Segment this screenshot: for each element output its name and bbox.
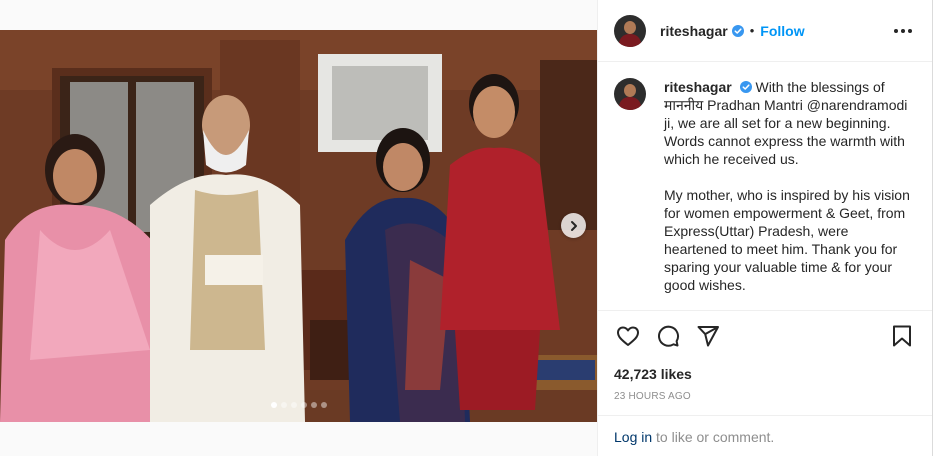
avatar[interactable]	[614, 14, 646, 47]
carousel-dot	[320, 402, 327, 408]
carousel-dot	[270, 402, 277, 408]
action-bar	[614, 322, 916, 350]
divider	[598, 310, 932, 311]
verified-badge-icon	[739, 81, 752, 93]
follow-button[interactable]: Follow	[760, 23, 804, 39]
post-side-panel: riteshagar • Follow riteshagar With the …	[597, 0, 933, 456]
likes-count[interactable]: 42,723 likes	[614, 366, 692, 382]
photo-illustration	[0, 30, 597, 422]
comment-button[interactable]	[654, 322, 682, 350]
post-timestamp[interactable]: 23 hours ago	[614, 391, 691, 402]
heart-icon	[617, 326, 639, 346]
comment-icon	[658, 325, 680, 347]
like-button[interactable]	[614, 322, 642, 350]
carousel-dot	[290, 402, 297, 408]
caption-username[interactable]: riteshagar	[664, 79, 732, 95]
verified-badge-icon	[731, 24, 744, 37]
caption-text: riteshagar With the blessings of माननीय …	[664, 78, 914, 308]
chevron-right-icon	[570, 220, 577, 231]
login-prompt-text: to like or comment.	[652, 429, 775, 445]
post-header: riteshagar • Follow	[598, 0, 932, 62]
carousel-dot	[280, 402, 287, 408]
save-button[interactable]	[888, 322, 916, 350]
separator: •	[749, 23, 755, 38]
bottom-spacer	[0, 422, 597, 456]
post-photo[interactable]	[0, 30, 597, 422]
carousel-indicator	[0, 402, 597, 408]
instagram-post: riteshagar • Follow riteshagar With the …	[0, 0, 937, 456]
divider	[598, 415, 932, 416]
login-prompt: Log in to like or comment.	[614, 429, 774, 445]
share-button[interactable]	[694, 322, 722, 350]
carousel-next-button[interactable]	[561, 213, 586, 238]
top-spacer	[0, 0, 597, 30]
more-options-icon[interactable]	[890, 25, 916, 37]
caption-paragraph-2: My mother, who is inspired by his vision…	[664, 187, 910, 293]
avatar[interactable]	[614, 78, 646, 110]
share-icon	[697, 326, 719, 347]
bookmark-icon	[893, 325, 911, 347]
login-link[interactable]: Log in	[614, 429, 652, 445]
post-caption: riteshagar With the blessings of माननीय …	[614, 78, 914, 308]
header-username[interactable]: riteshagar	[660, 23, 728, 39]
carousel-dot	[300, 402, 307, 408]
carousel-dot	[310, 402, 317, 408]
